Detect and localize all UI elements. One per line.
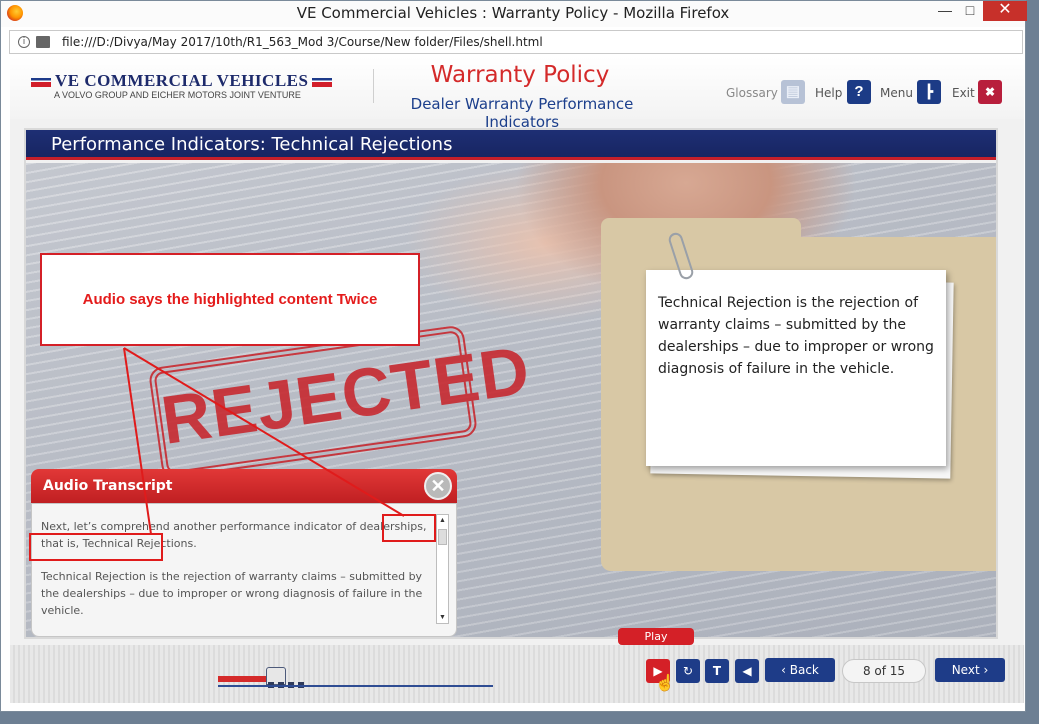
brand-tagline: A VOLVO GROUP AND EICHER MOTORS JOINT VE… [54, 90, 301, 100]
window-title: VE Commercial Vehicles : Warranty Policy… [296, 4, 730, 22]
transcript-header: Audio Transcript ✕ [31, 469, 457, 503]
definition-text: Technical Rejection is the rejection of … [658, 295, 934, 377]
maximize-button[interactable]: □ [954, 1, 986, 21]
window-titlebar: VE Commercial Vehicles : Warranty Policy… [1, 1, 1027, 27]
progress-track [218, 685, 493, 687]
exit-label: Exit [952, 86, 975, 100]
highlight-box [29, 533, 163, 561]
course-subtitle: Dealer Warranty Performance Indicators [410, 95, 634, 131]
hand-cursor-icon: ☝ [655, 675, 675, 692]
brand-logo: VE COMMERCIAL VEHICLES [27, 71, 336, 91]
replay-button[interactable]: ↻ [676, 659, 700, 683]
truck-progress-icon [218, 667, 313, 688]
brand-name: VE COMMERCIAL VEHICLES [55, 71, 309, 90]
brand-flag-icon [31, 77, 51, 87]
course-footer: Play ▶ ↻ T ◀ ‹ Back 8 of 15 Next › ☝ [10, 628, 1024, 703]
scroll-thumb[interactable] [438, 529, 447, 545]
menu-label: Menu [880, 86, 913, 100]
exit-button[interactable]: ✖ [978, 80, 1002, 104]
glossary-label: Glossary [726, 86, 778, 100]
scroll-down-arrow-icon[interactable]: ▼ [437, 612, 448, 623]
help-label: Help [815, 86, 843, 100]
scroll-up-arrow-icon[interactable]: ▲ [437, 515, 448, 526]
menu-tree-icon: ┣ [925, 84, 933, 99]
transcript-scrollbar[interactable]: ▲ ▼ [436, 514, 449, 624]
slide-area: Performance Indicators: Technical Reject… [24, 128, 998, 639]
slide-title: Performance Indicators: Technical Reject… [51, 134, 453, 155]
page-icon [36, 36, 50, 48]
next-button[interactable]: Next › [935, 658, 1005, 682]
browser-window: VE Commercial Vehicles : Warranty Policy… [0, 0, 1027, 712]
address-bar[interactable]: i file:///D:/Divya/May 2017/10th/R1_563_… [9, 30, 1023, 54]
header-divider [373, 69, 374, 103]
transcript-toggle-button[interactable]: T [705, 659, 729, 683]
url-text[interactable]: file:///D:/Divya/May 2017/10th/R1_563_Mo… [62, 35, 543, 49]
transcript-title: Audio Transcript [43, 478, 173, 494]
help-button[interactable]: ? [847, 80, 871, 104]
back-button[interactable]: ‹ Back [765, 658, 835, 682]
glossary-icon: ▤ [785, 83, 801, 100]
play-tooltip: Play [618, 628, 694, 645]
menu-button[interactable]: ┣ [917, 80, 941, 104]
course-title: Warranty Policy [430, 62, 610, 88]
course-shell: VE COMMERCIAL VEHICLES A VOLVO GROUP AND… [10, 57, 1024, 703]
highlight-box [382, 514, 436, 542]
review-callout: Audio says the highlighted content Twice [40, 253, 420, 346]
brand-flag-icon [312, 77, 333, 87]
truck-bed [218, 676, 268, 682]
slide-titlebar: Performance Indicators: Technical Reject… [26, 130, 996, 160]
page-counter: 8 of 15 [842, 659, 926, 683]
audio-button[interactable]: ◀ [735, 659, 759, 683]
glossary-button[interactable]: ▤ [781, 80, 805, 104]
transcript-close-button[interactable]: ✕ [424, 472, 452, 500]
close-window-button[interactable]: ✕ [983, 1, 1027, 21]
callout-text: Audio says the highlighted content Twice [82, 291, 378, 308]
transcript-paragraph: Technical Rejection is the rejection of … [41, 570, 423, 617]
course-header: VE COMMERCIAL VEHICLES A VOLVO GROUP AND… [10, 57, 1024, 131]
info-icon[interactable]: i [18, 36, 30, 48]
